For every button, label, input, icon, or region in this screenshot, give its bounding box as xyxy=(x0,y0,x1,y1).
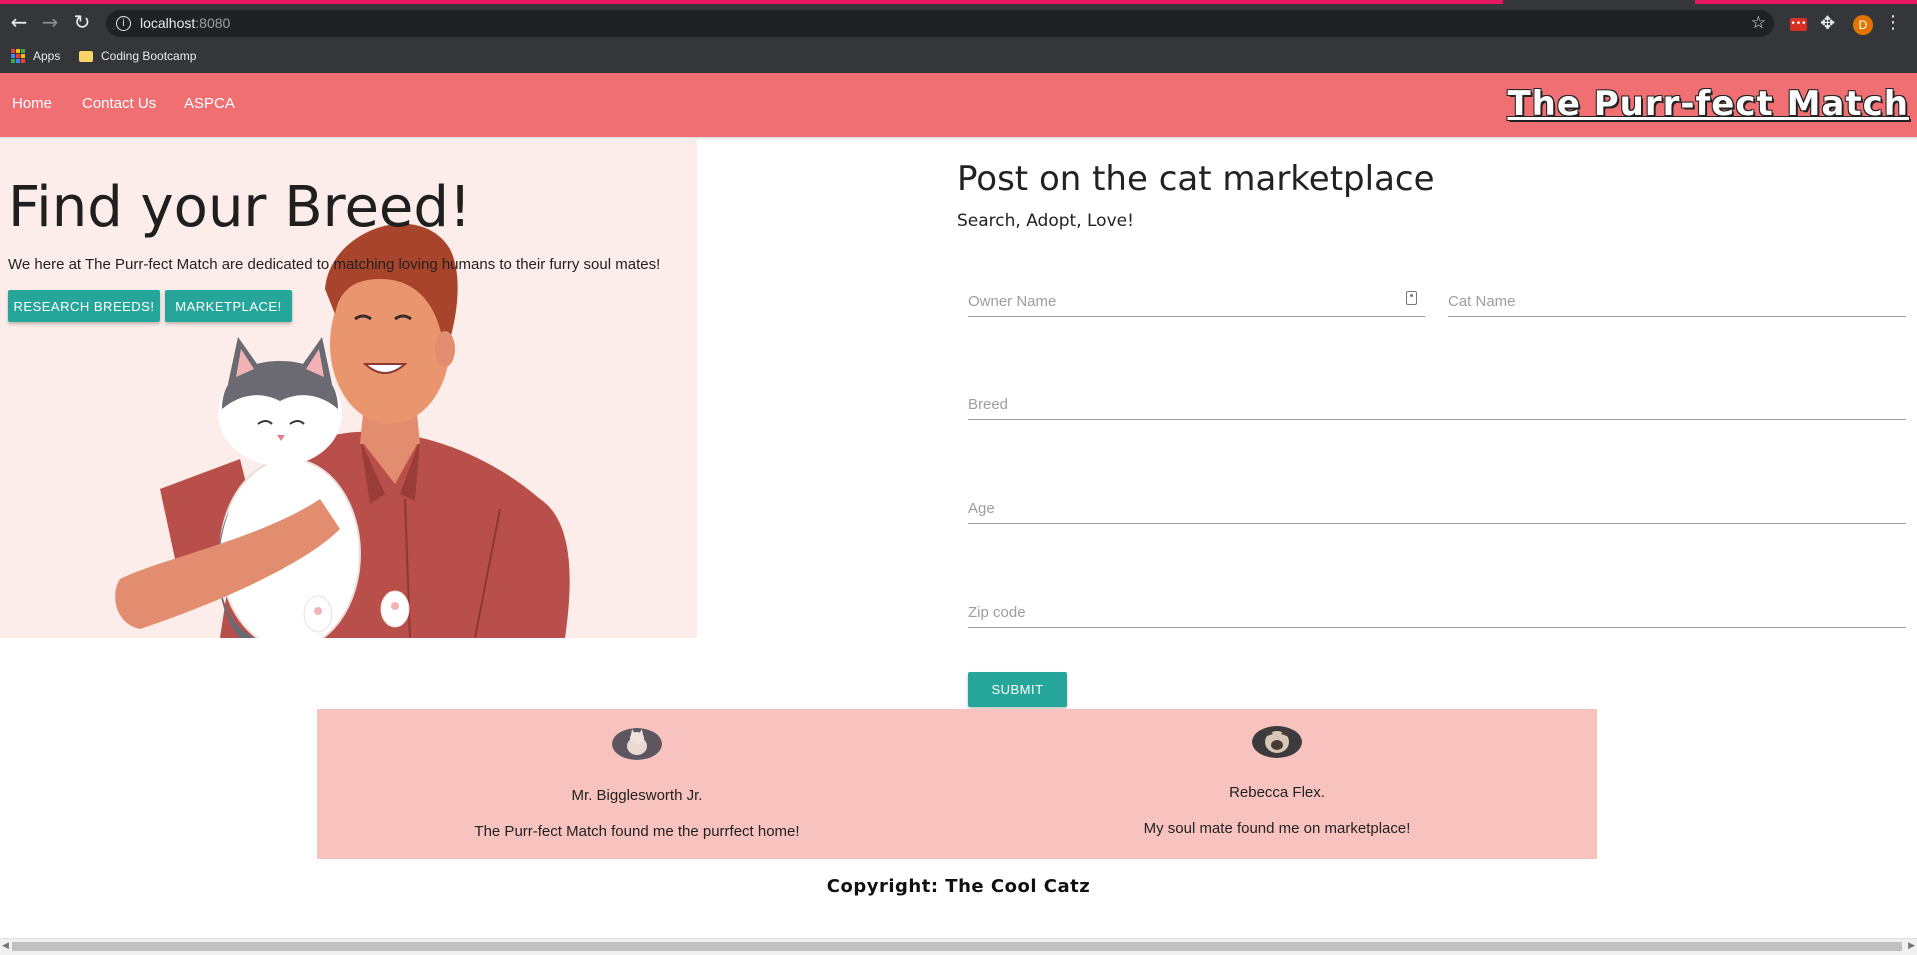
testimonial-quote: My soul mate found me on marketplace! xyxy=(1143,820,1411,837)
address-bar[interactable]: i localhost:8080 ☆ xyxy=(106,10,1774,37)
copyright-text: Copyright: The Cool Catz xyxy=(826,876,1091,897)
browser-toolbar: ← → ↻ i localhost:8080 ☆ ••• ✥ D ⋮ xyxy=(0,4,1917,40)
cat-name-field[interactable] xyxy=(1448,282,1906,317)
nav-home-link[interactable]: Home xyxy=(12,95,52,112)
reload-icon[interactable]: ↻ xyxy=(69,9,95,35)
horizontal-scrollbar[interactable]: ◀ ▶ xyxy=(0,938,1917,955)
testimonial-name: Rebecca Flex. xyxy=(1229,784,1325,801)
form-title: Post on the cat marketplace xyxy=(957,159,1435,199)
bookmarks-bar: Apps Coding Bootcamp xyxy=(0,40,1917,74)
scroll-left-icon[interactable]: ◀ xyxy=(2,941,9,951)
folder-icon xyxy=(79,50,93,62)
breed-field[interactable] xyxy=(968,385,1906,420)
bookmark-coding-bootcamp[interactable]: Coding Bootcamp xyxy=(79,47,196,65)
hero-title: Find your Breed! xyxy=(8,175,472,240)
cat-avatar-image xyxy=(612,728,662,760)
extension-icon[interactable]: ••• xyxy=(1790,18,1807,31)
browser-menu-icon[interactable]: ⋮ xyxy=(1884,12,1902,33)
contact-card-icon[interactable] xyxy=(1406,291,1417,305)
submit-button[interactable]: Submit xyxy=(968,672,1067,707)
bookmark-apps[interactable]: Apps xyxy=(11,47,60,65)
brand-logo[interactable]: The Purr-fect Match xyxy=(1507,84,1909,124)
nav-aspca-link[interactable]: ASPCA xyxy=(184,95,235,112)
back-icon[interactable]: ← xyxy=(6,9,32,35)
testimonial-name: Mr. Bigglesworth Jr. xyxy=(571,787,703,804)
bookmark-label: Apps xyxy=(33,49,61,63)
zip-input[interactable] xyxy=(968,597,1906,627)
profile-avatar[interactable]: D xyxy=(1853,15,1873,35)
scroll-right-icon[interactable]: ▶ xyxy=(1908,941,1915,951)
marketplace-button[interactable]: Marketplace! xyxy=(165,290,292,322)
owner-name-input[interactable] xyxy=(968,286,1425,316)
form-subtitle: Search, Adopt, Love! xyxy=(957,211,1134,231)
hero-section: Find your Breed! We here at The Purr-fec… xyxy=(0,139,697,638)
zip-field[interactable] xyxy=(968,593,1906,628)
forward-icon[interactable]: → xyxy=(37,9,63,35)
url-text[interactable]: localhost:8080 xyxy=(140,15,230,31)
testimonials-section: Mr. Bigglesworth Jr. The Purr-fect Match… xyxy=(317,709,1597,859)
cat-name-input[interactable] xyxy=(1448,286,1906,316)
age-field[interactable] xyxy=(968,489,1906,524)
research-breeds-button[interactable]: Research Breeds! xyxy=(8,290,160,322)
owner-name-field[interactable] xyxy=(968,282,1425,317)
testimonial-quote: The Purr-fect Match found me the purrfec… xyxy=(474,823,800,840)
bookmark-label: Coding Bootcamp xyxy=(101,49,197,63)
site-navbar: Home Contact Us ASPCA The Purr-fect Matc… xyxy=(0,73,1917,137)
bookmark-star-icon[interactable]: ☆ xyxy=(1751,13,1766,33)
site-info-icon[interactable]: i xyxy=(116,16,131,31)
scrollbar-thumb[interactable] xyxy=(12,942,1902,951)
extensions-puzzle-icon[interactable]: ✥ xyxy=(1820,13,1835,34)
apps-grid-icon xyxy=(11,49,25,63)
hero-subtitle: We here at The Purr-fect Match are dedic… xyxy=(8,256,661,273)
breed-input[interactable] xyxy=(968,389,1906,419)
cat-avatar-image xyxy=(1252,726,1302,758)
marketplace-form: Post on the cat marketplace Search, Adop… xyxy=(957,139,1917,707)
nav-contact-link[interactable]: Contact Us xyxy=(82,95,156,112)
age-input[interactable] xyxy=(968,493,1906,523)
